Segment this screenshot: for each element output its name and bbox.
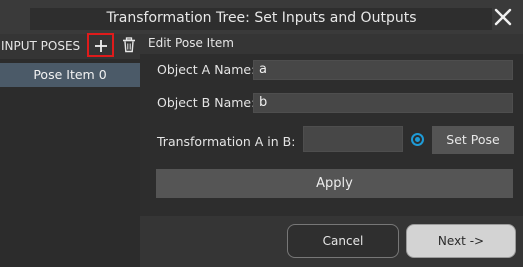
set-pose-button[interactable]: Set Pose <box>432 126 514 154</box>
close-icon[interactable] <box>490 4 516 30</box>
window-title: Transformation Tree: Set Inputs and Outp… <box>106 10 417 26</box>
input-poses-label: INPUT POSES <box>1 39 81 53</box>
add-pose-button[interactable] <box>87 33 114 57</box>
next-button[interactable]: Next -> <box>406 224 516 258</box>
trash-icon[interactable] <box>122 37 136 53</box>
plus-icon <box>95 40 107 52</box>
edit-panel-title: Edit Pose Item <box>148 36 234 50</box>
object-b-label: Object B Name: <box>157 95 256 110</box>
transformation-field[interactable] <box>303 126 403 152</box>
radio-dot <box>415 137 420 142</box>
cancel-button[interactable]: Cancel <box>287 224 399 258</box>
object-b-field[interactable]: b <box>253 93 513 113</box>
object-a-field[interactable]: a <box>253 60 513 80</box>
apply-button[interactable]: Apply <box>156 169 513 198</box>
pose-list <box>0 59 140 267</box>
list-item-label[interactable]: Pose Item 0 <box>0 67 140 83</box>
object-a-label: Object A Name: <box>157 62 256 77</box>
transformation-label: Transformation A in B: <box>157 134 296 149</box>
